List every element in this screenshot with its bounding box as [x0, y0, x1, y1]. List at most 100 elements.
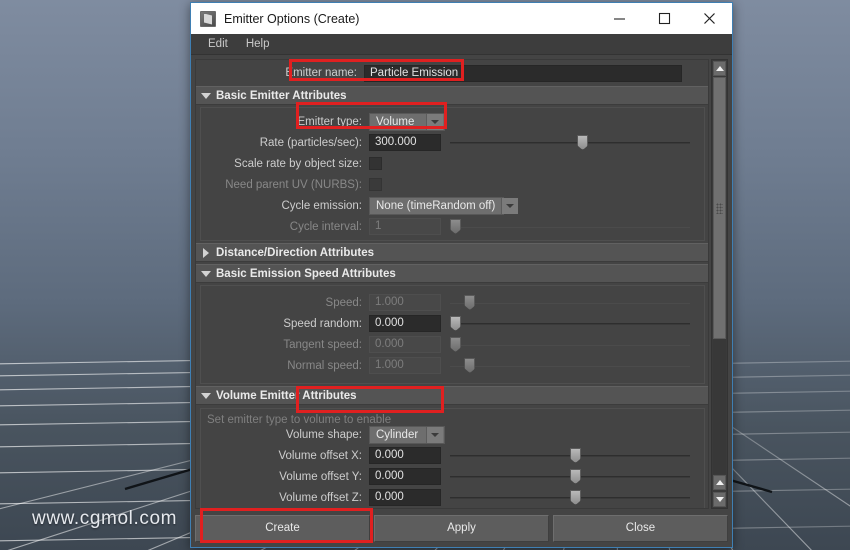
row-normal-speed: Normal speed: 1.000	[201, 355, 704, 376]
emitter-type-dropdown[interactable]: Volume	[369, 112, 445, 131]
row-tangent-speed: Tangent speed: 0.000	[201, 334, 704, 355]
panel-volume-emitter: Set emitter type to volume to enable Vol…	[200, 408, 705, 509]
tangent-speed-label: Tangent speed:	[283, 338, 362, 351]
scrollbar-track[interactable]	[713, 77, 726, 474]
slider-knob	[450, 337, 461, 352]
row-volume-offset-y: Volume offset Y: 0.000	[201, 466, 704, 487]
chevron-right-icon	[196, 247, 216, 258]
close-icon[interactable]	[687, 3, 732, 34]
emitter-name-input[interactable]: Particle Emission	[364, 64, 682, 82]
vertical-scrollbar[interactable]	[711, 59, 728, 509]
row-emitter-name: Emitter name: Particle Emission	[196, 62, 708, 84]
section-distance-direction-attributes[interactable]: Distance/Direction Attributes	[196, 243, 708, 262]
volume-offset-z-slider[interactable]	[450, 489, 690, 507]
emitter-type-label: Emitter type:	[297, 115, 362, 128]
row-volume-offset-z: Volume offset Z: 0.000	[201, 487, 704, 508]
grid-axis-line	[124, 466, 197, 491]
row-volume-shape: Volume shape: Cylinder	[201, 424, 704, 445]
rate-slider[interactable]	[450, 134, 690, 152]
cycle-emission-label: Cycle emission:	[281, 199, 362, 212]
dialog-footer: Create Apply Close	[191, 509, 732, 547]
grid-axis-line-right	[729, 478, 773, 494]
row-volume-sweep: Volume sweep: 360.000	[201, 508, 704, 509]
rate-input[interactable]: 300.000	[369, 134, 441, 151]
row-scale-rate: Scale rate by object size:	[201, 153, 704, 174]
speed-random-label: Speed random:	[283, 317, 362, 330]
section-basic-emission-speed-attributes[interactable]: Basic Emission Speed Attributes	[196, 264, 708, 283]
speed-random-input[interactable]: 0.000	[369, 315, 441, 332]
cycle-interval-input: 1	[369, 218, 441, 235]
tangent-speed-slider	[450, 336, 690, 354]
speed-input: 1.000	[369, 294, 441, 311]
slider-knob[interactable]	[577, 135, 589, 150]
row-rate: Rate (particles/sec): 300.000	[201, 132, 704, 153]
slider-knob[interactable]	[570, 448, 581, 463]
chevron-down-icon	[426, 426, 443, 443]
slider-knob	[450, 219, 461, 234]
close-button[interactable]: Close	[553, 514, 728, 542]
volume-offset-x-input[interactable]: 0.000	[369, 447, 441, 464]
emitter-type-value: Volume	[376, 115, 415, 128]
normal-speed-label: Normal speed:	[287, 359, 362, 372]
maximize-icon[interactable]	[642, 3, 687, 34]
row-cycle-emission: Cycle emission: None (timeRandom off)	[201, 195, 704, 216]
row-cycle-interval: Cycle interval: 1	[201, 216, 704, 237]
attributes-content: Emitter name: Particle Emission Basic Em…	[196, 62, 708, 509]
window-title: Emitter Options (Create)	[224, 11, 360, 26]
row-volume-offset-x: Volume offset X: 0.000	[201, 445, 704, 466]
volume-offset-x-slider[interactable]	[450, 447, 690, 465]
chevron-down-icon	[501, 197, 519, 214]
row-speed-random: Speed random: 0.000	[201, 313, 704, 334]
menu-edit[interactable]: Edit	[199, 36, 237, 52]
cycle-interval-label: Cycle interval:	[289, 220, 362, 233]
section-title: Basic Emission Speed Attributes	[216, 267, 396, 280]
volume-offset-y-input[interactable]: 0.000	[369, 468, 441, 485]
scroll-up-button[interactable]	[713, 61, 726, 76]
volume-offset-y-slider[interactable]	[450, 468, 690, 486]
slider-knob[interactable]	[450, 316, 461, 331]
apply-button[interactable]: Apply	[374, 514, 549, 542]
chevron-down-icon	[426, 113, 443, 130]
volume-shape-dropdown[interactable]: Cylinder	[369, 425, 445, 444]
speed-label: Speed:	[325, 296, 362, 309]
section-volume-emitter-attributes[interactable]: Volume Emitter Attributes	[196, 386, 708, 405]
row-speed: Speed: 1.000	[201, 292, 704, 313]
minimize-icon[interactable]	[597, 3, 642, 34]
chevron-down-icon	[196, 92, 216, 99]
cycle-emission-dropdown[interactable]: None (timeRandom off)	[369, 196, 519, 215]
need-parent-uv-label: Need parent UV (NURBS):	[225, 178, 362, 191]
site-watermark: www.cgmol.com	[32, 508, 178, 529]
title-bar: Emitter Options (Create)	[191, 3, 732, 34]
slider-track	[450, 225, 690, 228]
scrollbar-thumb[interactable]	[713, 77, 726, 340]
row-emitter-type: Emitter type: Volume	[201, 111, 704, 132]
slider-track	[450, 364, 690, 367]
normal-speed-input: 1.000	[369, 357, 441, 374]
chevron-down-icon	[196, 270, 216, 277]
slider-track	[450, 322, 690, 325]
create-button[interactable]: Create	[195, 514, 370, 542]
volume-offset-y-label: Volume offset Y:	[279, 470, 362, 483]
scale-rate-checkbox[interactable]	[369, 157, 382, 170]
emitter-options-dialog: Emitter Options (Create) Edit Help Emitt…	[190, 2, 733, 548]
slider-knob[interactable]	[570, 469, 581, 484]
volume-shape-label: Volume shape:	[285, 428, 362, 441]
chevron-down-icon	[196, 392, 216, 399]
cycle-interval-slider	[450, 218, 690, 236]
scroll-down-button[interactable]	[713, 492, 726, 507]
menu-help[interactable]: Help	[237, 36, 279, 52]
section-basic-emitter-attributes[interactable]: Basic Emitter Attributes	[196, 86, 708, 105]
speed-random-slider[interactable]	[450, 315, 690, 333]
volume-offset-z-input[interactable]: 0.000	[369, 489, 441, 506]
slider-knob[interactable]	[570, 490, 581, 505]
need-parent-uv-checkbox	[369, 178, 382, 191]
scroll-up-button-bottom[interactable]	[713, 475, 726, 490]
row-need-parent-uv: Need parent UV (NURBS):	[201, 174, 704, 195]
window-controls	[597, 3, 732, 34]
section-title: Distance/Direction Attributes	[216, 246, 375, 259]
normal-speed-slider	[450, 357, 690, 375]
speed-slider	[450, 294, 690, 312]
volume-offset-x-label: Volume offset X:	[278, 449, 362, 462]
attributes-scroll-area: Emitter name: Particle Emission Basic Em…	[195, 59, 709, 509]
tangent-speed-input: 0.000	[369, 336, 441, 353]
